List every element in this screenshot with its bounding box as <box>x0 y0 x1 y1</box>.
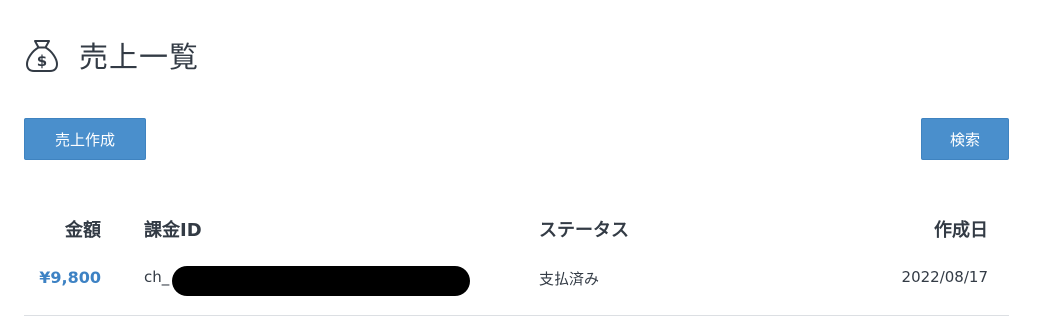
charge-id-cell: ch_ <box>144 268 170 286</box>
create-sale-button[interactable]: 売上作成 <box>24 118 146 160</box>
row-divider <box>24 315 1009 316</box>
created-date-cell: 2022/08/17 <box>901 268 988 286</box>
column-header-created[interactable]: 作成日 <box>934 216 988 242</box>
column-header-status[interactable]: ステータス <box>539 216 629 242</box>
page-header: $ 売上一覧 <box>22 32 199 78</box>
column-header-amount[interactable]: 金額 <box>65 216 101 242</box>
page-title: 売上一覧 <box>79 40 200 74</box>
search-button[interactable]: 検索 <box>921 118 1009 160</box>
amount-link[interactable]: ¥9,800 <box>39 268 101 287</box>
svg-text:$: $ <box>37 52 47 70</box>
column-header-charge-id[interactable]: 課金ID <box>144 216 202 242</box>
amount-cell: ¥9,800 <box>39 268 101 287</box>
money-bag-icon: $ <box>22 35 62 75</box>
status-cell: 支払済み <box>539 270 600 288</box>
redaction-mask <box>172 266 470 296</box>
